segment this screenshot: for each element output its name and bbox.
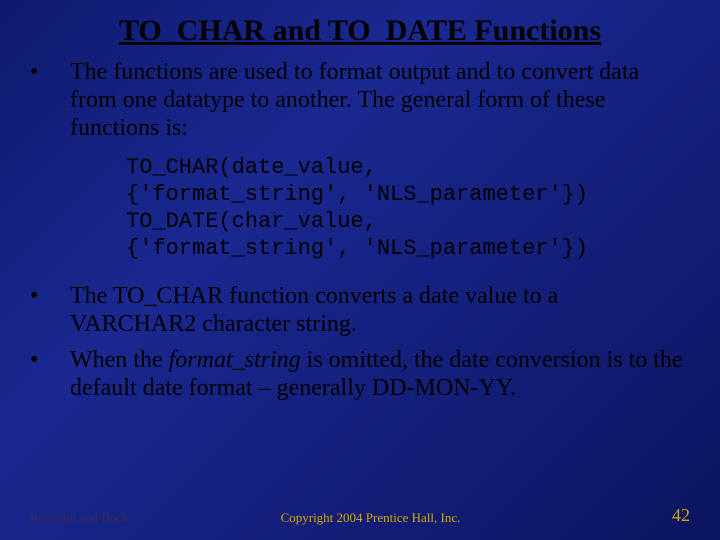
slide-number: 42: [672, 505, 690, 526]
text-span: When the: [70, 347, 169, 373]
bullet-item: • When the format_string is omitted, the…: [30, 346, 690, 402]
bullet-text: The functions are used to format output …: [70, 58, 690, 142]
slide-title: TO_CHAR and TO_DATE Functions: [0, 0, 720, 58]
slide-footer: Bordoloi and Bock Copyright 2004 Prentic…: [0, 505, 720, 526]
code-block: TO_CHAR(date_value, {'format_string', 'N…: [126, 154, 690, 262]
bullet-marker: •: [30, 346, 70, 374]
bullet-marker: •: [30, 58, 70, 86]
bullet-item: • The TO_CHAR function converts a date v…: [30, 282, 690, 338]
code-line: TO_CHAR(date_value,: [126, 155, 377, 180]
bullet-marker: •: [30, 282, 70, 310]
footer-copyright: Copyright 2004 Prentice Hall, Inc.: [69, 510, 672, 526]
bullet-text: The TO_CHAR function converts a date val…: [70, 282, 690, 338]
bullet-item: • The functions are used to format outpu…: [30, 58, 690, 142]
code-line: {'format_string', 'NLS_parameter'}): [126, 182, 588, 207]
bullet-text: When the format_string is omitted, the d…: [70, 346, 690, 402]
code-line: {'format_string', 'NLS_parameter'}): [126, 236, 588, 261]
italic-text: format_string: [169, 347, 301, 373]
code-line: TO_DATE(char_value,: [126, 209, 377, 234]
slide-content: • The functions are used to format outpu…: [0, 58, 720, 402]
